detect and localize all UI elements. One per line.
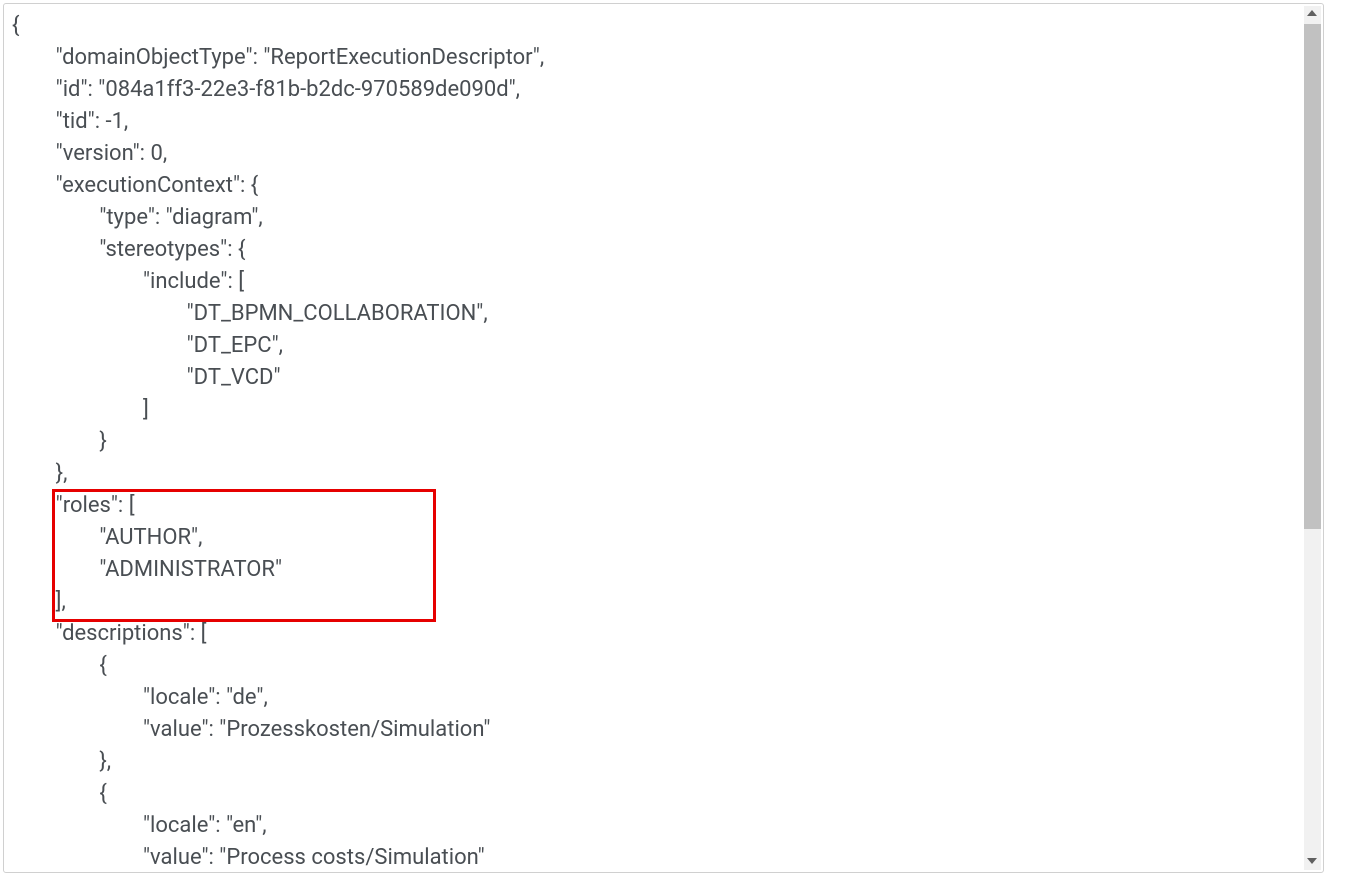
code-line: "tid": -1,	[12, 109, 128, 134]
code-line: "locale": "en",	[12, 813, 267, 838]
code-line: "AUTHOR",	[12, 525, 202, 550]
code-line: "domainObjectType": "ReportExecutionDesc…	[12, 45, 544, 70]
code-line: }	[12, 429, 107, 454]
code-line: "ADMINISTRATOR"	[12, 557, 282, 582]
scroll-down-icon[interactable]	[1307, 858, 1317, 864]
code-viewer-container: { "domainObjectType": "ReportExecutionDe…	[3, 3, 1324, 873]
code-line: "stereotypes": {	[12, 237, 245, 262]
code-line: "locale": "de",	[12, 685, 268, 710]
code-line: "value": "Process costs/Simulation"	[12, 845, 485, 870]
code-line: "descriptions": [	[12, 621, 206, 646]
code-line: {	[12, 653, 107, 678]
code-line: "roles": [	[12, 493, 135, 518]
code-line: {	[12, 13, 19, 38]
code-line: {	[12, 781, 107, 806]
code-line: ]	[12, 397, 149, 422]
code-line: "executionContext": {	[12, 173, 258, 198]
code-line: "DT_EPC",	[12, 333, 283, 358]
scrollbar-thumb[interactable]	[1304, 24, 1321, 529]
scroll-up-icon[interactable]	[1307, 10, 1317, 16]
code-line: },	[12, 749, 111, 774]
json-code-content[interactable]: { "domainObjectType": "ReportExecutionDe…	[4, 4, 1323, 872]
code-line: "value": "Prozesskosten/Simulation"	[12, 717, 490, 742]
code-line: "id": "084a1ff3-22e3-f81b-b2dc-970589de0…	[12, 77, 520, 102]
code-line: "DT_BPMN_COLLABORATION",	[12, 301, 488, 326]
code-line: ],	[12, 589, 66, 614]
code-line: "version": 0,	[12, 141, 167, 166]
code-line: "DT_VCD"	[12, 365, 281, 390]
code-line: },	[12, 461, 67, 486]
code-line: "include": [	[12, 269, 244, 294]
code-line: "type": "diagram",	[12, 205, 263, 230]
